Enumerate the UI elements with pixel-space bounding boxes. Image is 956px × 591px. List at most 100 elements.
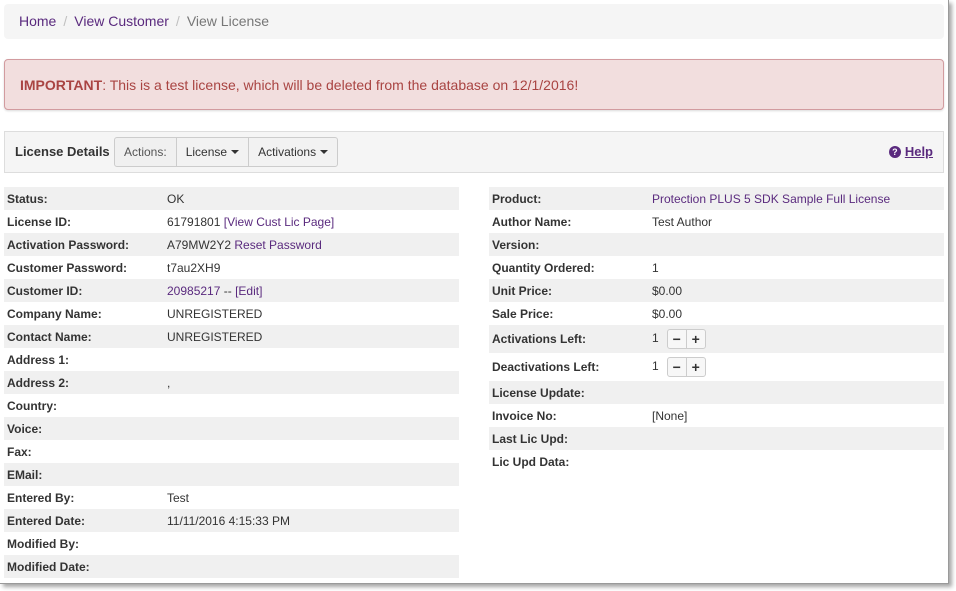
invoice-no-value: [None] — [652, 408, 688, 423]
activations-dropdown-label: Activations — [258, 145, 317, 159]
table-row: Last Lic Upd: — [489, 427, 944, 450]
country-value-cell — [164, 394, 459, 417]
license-id-value: 61791801 — [167, 214, 221, 229]
deactivations-left-value-cell: 1− + — [649, 353, 944, 381]
table-row: EMail: — [4, 463, 459, 486]
last-lic-upd-label: Last Lic Upd: — [489, 427, 649, 450]
activations-left-stepper: − + — [666, 329, 706, 349]
actions-label: Actions: — [114, 137, 177, 167]
unit-price-value: $0.00 — [652, 283, 683, 298]
table-row: Customer Password: t7au2XH9 — [4, 256, 459, 279]
table-row: Unit Price: $0.00 — [489, 279, 944, 302]
table-row: Customer ID: 20985217 -- [Edit] — [4, 279, 459, 302]
customer-id-label: Customer ID: — [4, 279, 164, 302]
table-row: License Update: — [489, 381, 944, 404]
activation-password-value: A79MW2Y2 — [167, 237, 232, 252]
license-update-value-cell — [649, 381, 944, 404]
address-1-value-cell — [164, 348, 459, 371]
entered-by-value-cell: Test — [164, 486, 459, 509]
status-label: Status: — [4, 187, 164, 210]
plus-icon[interactable]: + — [685, 329, 706, 349]
lic-upd-data-value-cell — [649, 450, 944, 473]
license-id-value-cell: 61791801 [View Cust Lic Page] — [164, 210, 459, 233]
table-row: Sale Price: $0.00 — [489, 302, 944, 325]
license-id-label: License ID: — [7, 214, 72, 229]
status-value-cell: OK — [164, 187, 459, 210]
minus-icon[interactable]: − — [666, 357, 687, 377]
table-row: Author Name: Test Author — [489, 210, 944, 233]
caret-down-icon — [231, 150, 240, 154]
customer-password-value-cell: t7au2XH9 — [164, 256, 459, 279]
table-row: Activations Left: 1− + — [489, 325, 944, 353]
invoice-no-value-cell: [None] — [649, 404, 944, 427]
table-row: Version: — [489, 233, 944, 256]
table-row: Company Name: UNREGISTERED — [4, 302, 459, 325]
address-1-label: Address 1: — [7, 352, 70, 367]
product-label: Product: — [489, 187, 649, 210]
version-label: Version: — [489, 233, 649, 256]
help-link[interactable]: ? Help — [888, 144, 933, 159]
customer-password-value: t7au2XH9 — [167, 260, 221, 275]
license-details-left-table: Status: OK License ID: 61791801 [View Cust … — [4, 187, 459, 578]
license-update-label: License Update: — [489, 381, 649, 404]
email-value-cell — [164, 463, 459, 486]
section-title: License Details — [15, 144, 110, 159]
help-label: Help — [904, 144, 933, 159]
alert-message: : This is a test license, which will be … — [102, 77, 579, 93]
table-row: Address 1: — [4, 348, 459, 371]
table-row: Voice: — [4, 417, 459, 440]
address-2-value: , — [167, 375, 171, 390]
breadcrumb-view-customer-link[interactable]: View Customer — [74, 13, 169, 29]
table-row: Lic Upd Data: — [489, 450, 944, 473]
license-details-right-table: Product: Protection PLUS 5 SDK Sample Ful… — [489, 187, 944, 473]
table-row: Modified Date: — [4, 555, 459, 578]
license-details-toolbar: License Details Actions: License Activat… — [4, 131, 944, 173]
reset-password-link[interactable]: Reset Password — [234, 238, 321, 252]
breadcrumb-home-link[interactable]: Home — [19, 13, 56, 29]
author-name-value: Test Author — [652, 214, 713, 229]
invoice-no-label: Invoice No: — [492, 408, 557, 423]
view-cust-lic-page-link[interactable]: [View Cust Lic Page] — [224, 215, 335, 229]
question-circle-icon: ? — [888, 145, 901, 158]
plus-icon[interactable]: + — [685, 357, 706, 377]
table-row: Invoice No: [None] — [489, 404, 944, 427]
breadcrumb-current: View License — [186, 13, 270, 29]
contact-name-label: Contact Name: — [4, 325, 164, 348]
sale-price-label: Sale Price: — [492, 306, 554, 321]
country-label: Country: — [7, 398, 57, 413]
minus-icon[interactable]: − — [666, 329, 687, 349]
deactivations-left-stepper: − + — [666, 357, 706, 377]
table-row: Entered By: Test — [4, 486, 459, 509]
customer-id-value-link[interactable]: 20985217 — [167, 284, 220, 298]
company-name-label: Company Name: — [7, 306, 102, 321]
activations-dropdown-button[interactable]: Activations — [248, 137, 339, 167]
customer-id-value: -- — [220, 283, 236, 298]
modified-by-value-cell — [164, 532, 459, 555]
last-lic-upd-value-cell — [649, 427, 944, 450]
company-name-value-cell: UNREGISTERED — [164, 302, 459, 325]
fax-value-cell — [164, 440, 459, 463]
actions-button-group: Actions: License Activations — [114, 137, 339, 167]
breadcrumb: Home / View Customer / View License — [4, 4, 944, 39]
table-row: Deactivations Left: 1− + — [489, 353, 944, 381]
voice-value-cell — [164, 417, 459, 440]
version-value-cell — [649, 233, 944, 256]
breadcrumb-separator: / — [63, 13, 68, 29]
contact-name-value-cell: UNREGISTERED — [164, 325, 459, 348]
license-dropdown-button[interactable]: License — [175, 137, 250, 167]
deactivations-left-label: Deactivations Left: — [492, 360, 600, 374]
address-2-value-cell: , — [164, 371, 459, 394]
contact-name-value: UNREGISTERED — [167, 329, 263, 344]
product-value-link[interactable]: Protection PLUS 5 SDK Sample Full Licens… — [652, 192, 890, 206]
table-row: Fax: — [4, 440, 459, 463]
license-dropdown-label: License — [185, 145, 228, 159]
activation-password-value-cell: A79MW2Y2 Reset Password — [164, 233, 459, 256]
activations-left-value: 1 — [652, 331, 659, 346]
quantity-ordered-value: 1 — [652, 260, 659, 275]
edit-link[interactable]: [Edit] — [235, 284, 262, 298]
address-2-label: Address 2: — [4, 371, 164, 394]
sale-price-value: $0.00 — [652, 306, 683, 321]
quantity-ordered-value-cell: 1 — [649, 256, 944, 279]
page-frame: Home / View Customer / View License IMPORTAN… — [0, 0, 949, 584]
status-value: OK — [167, 191, 185, 206]
